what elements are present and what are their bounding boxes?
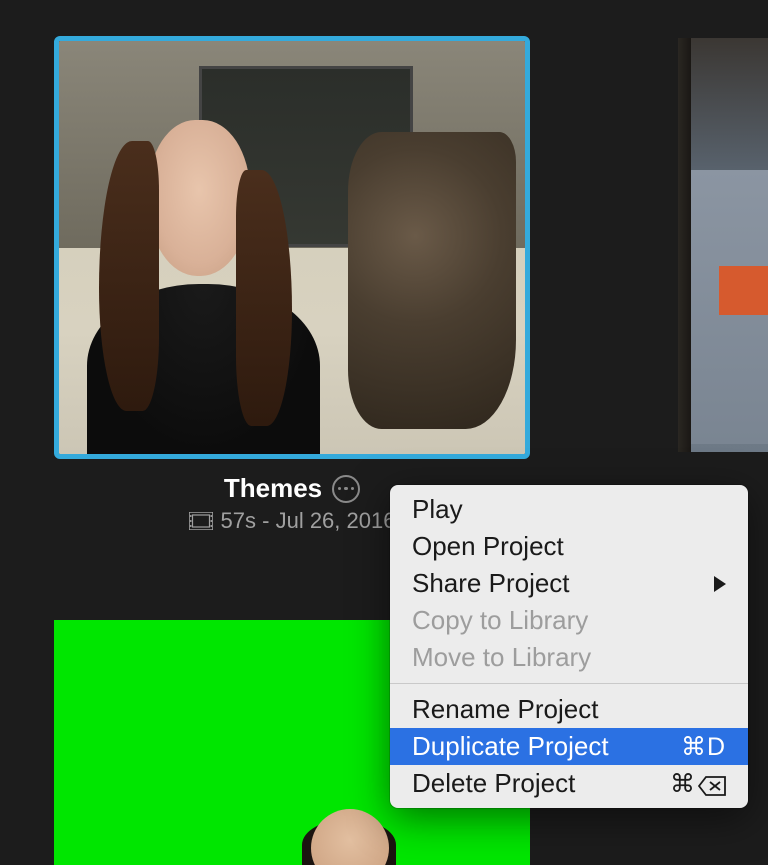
ellipsis-icon: [338, 487, 355, 491]
project-title: Themes: [224, 473, 322, 504]
more-actions-button[interactable]: [332, 475, 360, 503]
menu-item-open-project[interactable]: Open Project: [390, 528, 748, 565]
menu-item-label: Copy to Library: [412, 605, 588, 636]
delete-key-icon: [698, 774, 726, 794]
chevron-right-icon: [714, 576, 726, 592]
menu-shortcut: ⌘D: [681, 732, 726, 762]
menu-item-share-project[interactable]: Share Project: [390, 565, 748, 602]
menu-item-label: Play: [412, 494, 463, 525]
menu-item-copy-to-library: Copy to Library: [390, 602, 748, 639]
menu-item-play[interactable]: Play: [390, 491, 748, 528]
menu-item-label: Open Project: [412, 531, 564, 562]
film-icon: [189, 512, 213, 530]
menu-shortcut: ⌘: [670, 769, 726, 799]
project-duration: 57s: [221, 508, 256, 533]
menu-separator: [390, 683, 748, 684]
menu-item-move-to-library: Move to Library: [390, 639, 748, 676]
project-date: Jul 26, 2016: [276, 508, 396, 533]
menu-item-label: Delete Project: [412, 768, 575, 799]
menu-item-label: Share Project: [412, 568, 570, 599]
menu-item-rename-project[interactable]: Rename Project: [390, 691, 748, 728]
menu-item-label: Rename Project: [412, 694, 598, 725]
project-thumbnail[interactable]: [678, 38, 768, 452]
project-meta: 57s - Jul 26, 2016: [221, 508, 396, 534]
menu-item-label: Move to Library: [412, 642, 591, 673]
menu-item-duplicate-project[interactable]: Duplicate Project ⌘D: [390, 728, 748, 765]
context-menu: Play Open Project Share Project Copy to Lib…: [390, 485, 748, 808]
menu-item-label: Duplicate Project: [412, 731, 609, 762]
thumbnail-image: [59, 41, 525, 454]
menu-item-delete-project[interactable]: Delete Project ⌘: [390, 765, 748, 802]
project-thumbnail-selected[interactable]: [54, 36, 530, 459]
